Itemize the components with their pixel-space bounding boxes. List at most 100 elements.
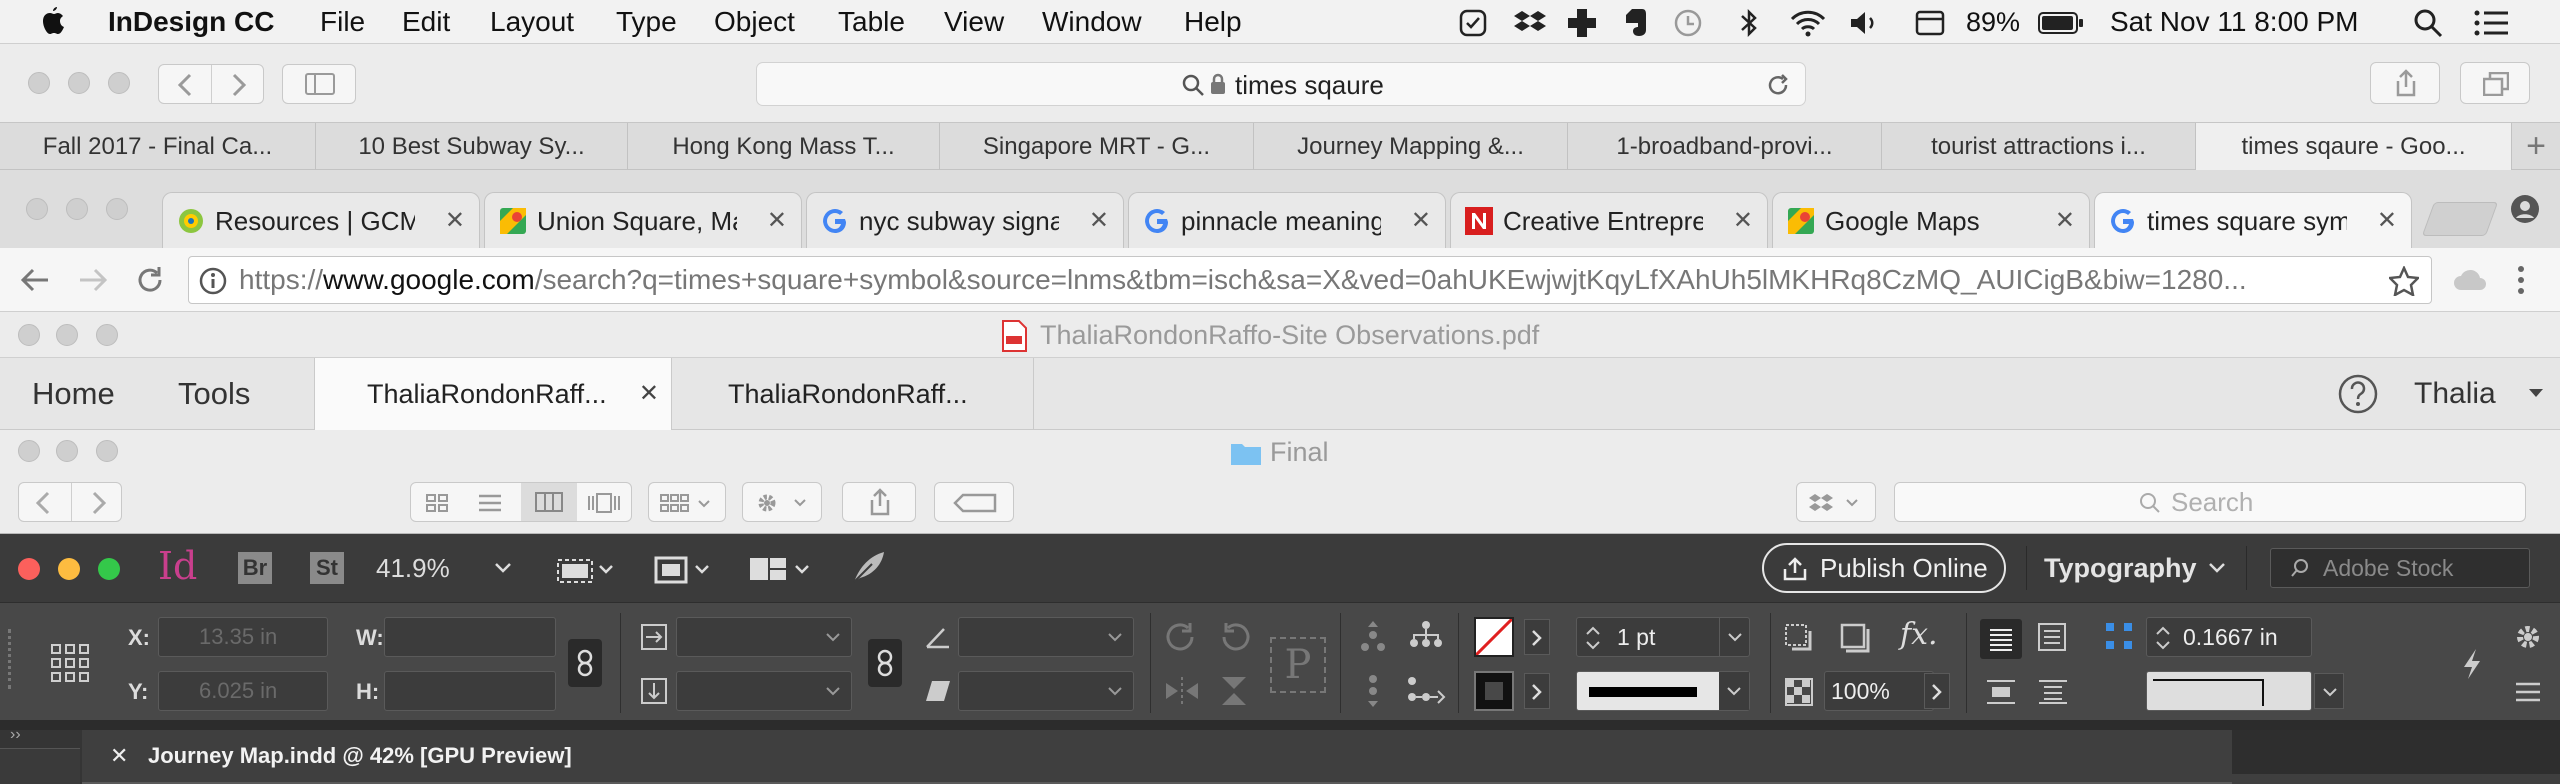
finder-zoom-button[interactable] xyxy=(96,440,118,462)
shear-icon[interactable] xyxy=(924,677,952,705)
id-zoom-button[interactable] xyxy=(98,558,120,580)
panel-menu-icon[interactable] xyxy=(2514,681,2542,703)
finder-minimize-button[interactable] xyxy=(56,440,78,462)
cloud-extension-icon[interactable] xyxy=(2452,266,2488,292)
stepper-icon[interactable] xyxy=(2155,624,2171,652)
spacing-field[interactable]: 0.1667 in xyxy=(2146,617,2312,657)
help-icon[interactable] xyxy=(2338,374,2378,414)
reload-icon[interactable] xyxy=(1765,72,1791,98)
menu-help[interactable]: Help xyxy=(1184,0,1242,44)
scale-y-field[interactable] xyxy=(676,671,852,711)
forward-button[interactable] xyxy=(231,73,247,97)
shear-field[interactable] xyxy=(958,671,1134,711)
window-close-button[interactable] xyxy=(28,72,50,94)
safari-tab-active[interactable]: times sqaure - Goo... xyxy=(2196,123,2512,171)
chevron-down-icon[interactable] xyxy=(2314,673,2344,709)
chrome-forward-button[interactable] xyxy=(78,266,108,294)
finder-dropbox-button[interactable] xyxy=(1796,482,1876,522)
tags-button[interactable] xyxy=(934,482,1014,522)
close-icon[interactable]: ✕ xyxy=(1089,193,1109,248)
app-menu[interactable]: InDesign CC xyxy=(108,0,274,44)
close-icon[interactable]: ✕ xyxy=(1733,193,1753,248)
close-icon[interactable]: ✕ xyxy=(110,730,128,782)
publish-online-button[interactable]: Publish Online xyxy=(1762,543,2006,593)
chevron-down-icon[interactable] xyxy=(1719,672,1749,710)
stroke-weight-field[interactable]: 1 pt xyxy=(1576,617,1750,657)
battery-icon[interactable] xyxy=(2038,12,2084,34)
pdf-home-tab[interactable]: Home xyxy=(32,358,115,430)
chrome-tab[interactable]: pinnacle meaning - ✕ xyxy=(1128,192,1446,248)
chrome-tab[interactable]: Google Maps ✕ xyxy=(1772,192,2090,248)
clock[interactable]: Sat Nov 11 8:00 PM xyxy=(2110,0,2359,44)
chrome-zoom-button[interactable] xyxy=(106,198,128,220)
select-container-icon[interactable] xyxy=(1358,619,1388,655)
bridge-button[interactable]: Br xyxy=(238,552,272,584)
constrain-proportions-icon[interactable] xyxy=(568,639,602,687)
back-button[interactable] xyxy=(35,491,51,515)
safari-tab[interactable]: 1-broadband-provi... xyxy=(1568,123,1882,171)
scale-y-icon[interactable] xyxy=(640,677,668,705)
safari-tab[interactable]: Singapore MRT - G... xyxy=(940,123,1254,171)
rotate-ccw-icon[interactable] xyxy=(1216,621,1252,653)
pdf-doc-tab-active[interactable]: ThaliaRondonRaff... ✕ xyxy=(314,358,672,430)
chrome-reload-button[interactable] xyxy=(134,264,166,296)
adobe-stock-search[interactable]: Adobe Stock xyxy=(2270,548,2530,588)
quick-apply-icon[interactable] xyxy=(2460,647,2484,681)
pdf-zoom-button[interactable] xyxy=(96,324,118,346)
chrome-menu-icon[interactable] xyxy=(2516,264,2526,296)
panel-grip[interactable] xyxy=(8,629,16,689)
fill-swatch[interactable] xyxy=(1474,617,1514,657)
chevron-down-icon[interactable] xyxy=(2208,562,2226,574)
close-icon[interactable]: ✕ xyxy=(639,358,659,430)
path-type-icon[interactable]: P xyxy=(1270,637,1326,693)
safari-tab[interactable]: Journey Mapping &... xyxy=(1254,123,1568,171)
forward-button[interactable] xyxy=(91,491,107,515)
chevron-down-icon[interactable] xyxy=(2528,388,2544,398)
effects-fx-icon[interactable]: fx. xyxy=(1900,617,1938,652)
icon-view-icon[interactable] xyxy=(425,493,449,513)
id-minimize-button[interactable] xyxy=(58,558,80,580)
zoom-level[interactable]: 41.9% xyxy=(376,534,450,602)
evernote-icon[interactable] xyxy=(1620,7,1650,39)
flip-vertical-icon[interactable] xyxy=(1216,675,1252,707)
chrome-tab[interactable]: Union Square, Man ✕ xyxy=(484,192,802,248)
volume-icon[interactable] xyxy=(1848,9,1882,37)
fill-menu-button[interactable] xyxy=(1524,619,1550,655)
shadow-box-icon[interactable] xyxy=(1840,623,1870,653)
constrain-scale-icon[interactable] xyxy=(868,639,902,687)
align-left-icon[interactable] xyxy=(1980,619,2022,659)
document-tab[interactable]: ✕ Journey Map.indd @ 42% [GPU Preview] xyxy=(82,730,2232,784)
window-zoom-button[interactable] xyxy=(108,72,130,94)
menu-edit[interactable]: Edit xyxy=(402,0,450,44)
window-minimize-button[interactable] xyxy=(68,72,90,94)
safari-tab[interactable]: tourist attractions i... xyxy=(1882,123,2196,171)
pdf-minimize-button[interactable] xyxy=(56,324,78,346)
checklist-icon[interactable] xyxy=(1458,8,1488,38)
calendar-icon[interactable] xyxy=(1914,8,1946,38)
opacity-icon[interactable] xyxy=(1784,677,1814,707)
menu-type[interactable]: Type xyxy=(616,0,677,44)
menu-object[interactable]: Object xyxy=(714,0,795,44)
flip-horizontal-icon[interactable] xyxy=(1164,675,1200,707)
show-all-tabs-button[interactable] xyxy=(2460,62,2530,104)
menu-window[interactable]: Window xyxy=(1042,0,1142,44)
wifi-icon[interactable] xyxy=(1788,8,1828,38)
chrome-minimize-button[interactable] xyxy=(66,198,88,220)
spotlight-icon[interactable] xyxy=(2412,7,2444,39)
chrome-back-button[interactable] xyxy=(20,266,50,294)
pdf-tools-tab[interactable]: Tools xyxy=(178,358,250,430)
spacing-icon[interactable] xyxy=(2104,621,2134,651)
text-frame-options-icon[interactable] xyxy=(2036,621,2070,655)
chrome-tab-active[interactable]: times square symb ✕ xyxy=(2094,192,2412,248)
new-tab-button[interactable]: + xyxy=(2512,123,2560,171)
list-view-icon[interactable] xyxy=(477,493,503,513)
close-icon[interactable]: ✕ xyxy=(2377,193,2397,248)
close-icon[interactable]: ✕ xyxy=(2055,193,2075,248)
scale-x-field[interactable] xyxy=(676,617,852,657)
share-button[interactable] xyxy=(2370,62,2440,104)
finder-share-button[interactable] xyxy=(842,482,916,522)
menu-table[interactable]: Table xyxy=(838,0,905,44)
rotate-angle-icon[interactable] xyxy=(924,623,952,651)
bluetooth-icon[interactable] xyxy=(1738,7,1760,39)
profile-icon[interactable] xyxy=(2510,194,2540,224)
